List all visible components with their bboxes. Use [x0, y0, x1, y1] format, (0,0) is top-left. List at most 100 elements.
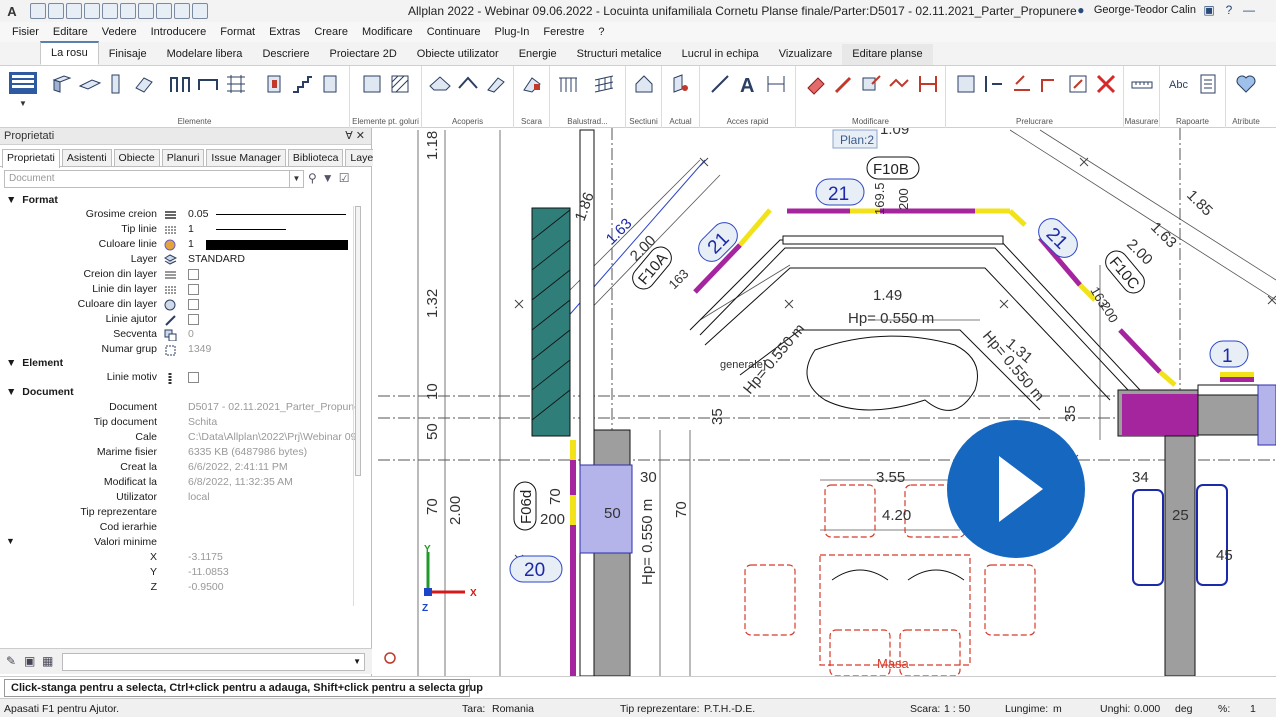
- wall-icon[interactable]: [50, 72, 74, 96]
- prop-grosime-creion[interactable]: Grosime creion 0.05: [0, 208, 355, 223]
- favorite-select[interactable]: ▼: [62, 653, 365, 671]
- checkbox[interactable]: [188, 314, 199, 325]
- property-scrollbar[interactable]: [353, 206, 361, 606]
- text-icon[interactable]: A: [736, 72, 760, 97]
- panel-controls[interactable]: ∀ ✕: [345, 129, 365, 142]
- tab-editare-planse[interactable]: Editare planse: [842, 44, 933, 65]
- grid-icon[interactable]: [224, 72, 248, 96]
- section-element[interactable]: ▼ Element: [6, 357, 63, 369]
- measure-icon[interactable]: [1130, 72, 1154, 96]
- railing-grid-icon[interactable]: [592, 72, 616, 96]
- beam-icon[interactable]: [132, 72, 156, 96]
- trim-icon[interactable]: [982, 72, 1006, 96]
- ptab-obiecte[interactable]: Obiecte: [113, 149, 160, 166]
- apply-icon[interactable]: ☑: [339, 171, 350, 185]
- search-icon[interactable]: ⚲: [308, 171, 317, 185]
- floor-plan-drawing[interactable]: Y X Z Plan:2 21 20 1 21 21 F10B F10A F10…: [373, 128, 1276, 676]
- prop-culoare-din-layer[interactable]: Culoare din layer: [0, 298, 355, 313]
- open-file-icon[interactable]: [48, 3, 64, 19]
- menu-plugin[interactable]: Plug-In: [488, 22, 537, 42]
- column-icon[interactable]: [104, 72, 128, 96]
- roof-plane-icon[interactable]: [456, 72, 480, 96]
- status-scara[interactable]: 1 : 50: [944, 703, 970, 715]
- checkbox[interactable]: [188, 372, 199, 383]
- attribute-icon[interactable]: [1234, 72, 1258, 96]
- tab-energie[interactable]: Energie: [509, 44, 567, 65]
- checkbox[interactable]: [188, 269, 199, 280]
- eraser-icon[interactable]: [804, 72, 828, 96]
- prop-value[interactable]: 0.05: [188, 208, 208, 220]
- menu-continuare[interactable]: Continuare: [420, 22, 488, 42]
- tower-icon[interactable]: [318, 72, 342, 96]
- prop-linie-ajutor[interactable]: Linie ajutor: [0, 313, 355, 328]
- tab-obiecte-utilizator[interactable]: Obiecte utilizator: [407, 44, 509, 65]
- chevron-down-icon[interactable]: ▼: [353, 657, 361, 666]
- status-unghi-unit[interactable]: deg: [1175, 703, 1193, 715]
- cart-icon[interactable]: ▣: [1202, 3, 1216, 17]
- hatch-icon[interactable]: [388, 72, 412, 96]
- tab-vizualizare[interactable]: Vizualizare: [769, 44, 843, 65]
- collapse-icon[interactable]: ▼: [6, 536, 15, 546]
- prop-linie-din-layer[interactable]: Linie din layer: [0, 283, 355, 298]
- tools-icon[interactable]: [192, 3, 208, 19]
- railing-icon[interactable]: [556, 72, 580, 96]
- chevron-down-icon[interactable]: ▼: [289, 171, 303, 187]
- tab-structuri-metalice[interactable]: Structuri metalice: [567, 44, 672, 65]
- niche-icon[interactable]: [360, 72, 384, 96]
- prop-value[interactable]: STANDARD: [188, 253, 245, 265]
- section-icon[interactable]: [632, 72, 656, 96]
- save-favorite-icon[interactable]: ▦: [42, 654, 53, 668]
- status-tip[interactable]: P.T.H.-D.E.: [704, 703, 755, 715]
- ptab-issue-manager[interactable]: Issue Manager: [206, 149, 286, 166]
- stair-icon[interactable]: [290, 72, 314, 96]
- opening-icon[interactable]: [168, 72, 192, 96]
- tab-lucrul-in-echipa[interactable]: Lucrul in echipa: [672, 44, 769, 65]
- menu-format[interactable]: Format: [213, 22, 262, 42]
- stretch-icon[interactable]: [954, 72, 978, 96]
- window-icon[interactable]: [196, 72, 220, 96]
- prop-valori-minime[interactable]: ▼ Valori minime: [0, 536, 355, 551]
- view-icon[interactable]: [138, 3, 154, 19]
- roof-icon[interactable]: [428, 72, 452, 96]
- prop-value[interactable]: 1: [188, 223, 194, 235]
- ptab-proprietati[interactable]: Proprietati: [2, 149, 60, 168]
- menu-ferestre[interactable]: Ferestre: [536, 22, 591, 42]
- pipette-icon[interactable]: ✎: [6, 654, 16, 668]
- help-icon[interactable]: ?: [1222, 3, 1236, 17]
- report-icon[interactable]: [1196, 72, 1220, 96]
- prop-linie-motiv[interactable]: Linie motiv: [0, 371, 355, 386]
- settings-icon[interactable]: [156, 3, 172, 19]
- ptab-biblioteca[interactable]: Biblioteca: [287, 149, 344, 166]
- minimize-icon[interactable]: —: [1242, 3, 1256, 17]
- status-pct[interactable]: 1: [1250, 703, 1256, 715]
- delete-icon[interactable]: [1094, 72, 1118, 96]
- prop-value[interactable]: 1: [188, 238, 194, 250]
- report-text-icon[interactable]: Abc: [1168, 72, 1192, 96]
- tab-modelare-libera[interactable]: Modelare libera: [157, 44, 253, 65]
- tab-finisaje[interactable]: Finisaje: [99, 44, 157, 65]
- pen-icon[interactable]: [832, 72, 856, 96]
- prop-layer[interactable]: Layer STANDARD: [0, 253, 355, 268]
- prop-secventa[interactable]: Secventa 0: [0, 328, 355, 343]
- menu-help[interactable]: ?: [591, 22, 611, 42]
- dormer-icon[interactable]: [484, 72, 508, 96]
- menu-vedere[interactable]: Vedere: [95, 22, 144, 42]
- menu-modificare[interactable]: Modificare: [355, 22, 420, 42]
- actual-icon[interactable]: [668, 72, 692, 96]
- open-folder-icon[interactable]: ▣: [24, 654, 35, 668]
- user-name[interactable]: George-Teodor Calin: [1094, 4, 1196, 16]
- prop-numar-grup[interactable]: Numar grup 1349: [0, 343, 355, 358]
- video-play-button[interactable]: [947, 420, 1085, 558]
- tab-descriere[interactable]: Descriere: [252, 44, 319, 65]
- save-icon[interactable]: [66, 3, 82, 19]
- offset-icon[interactable]: [1010, 72, 1034, 96]
- menu-extras[interactable]: Extras: [262, 22, 307, 42]
- prop-tip-linie[interactable]: Tip linie 1: [0, 223, 355, 238]
- dimension-icon[interactable]: [764, 72, 788, 96]
- tab-proiectare-2d[interactable]: Proiectare 2D: [320, 44, 407, 65]
- object-filter-select[interactable]: Document ▼: [4, 170, 304, 188]
- print-icon[interactable]: [84, 3, 100, 19]
- menu-editare[interactable]: Editare: [46, 22, 95, 42]
- status-lungime[interactable]: m: [1053, 703, 1062, 715]
- door-icon[interactable]: [262, 72, 286, 96]
